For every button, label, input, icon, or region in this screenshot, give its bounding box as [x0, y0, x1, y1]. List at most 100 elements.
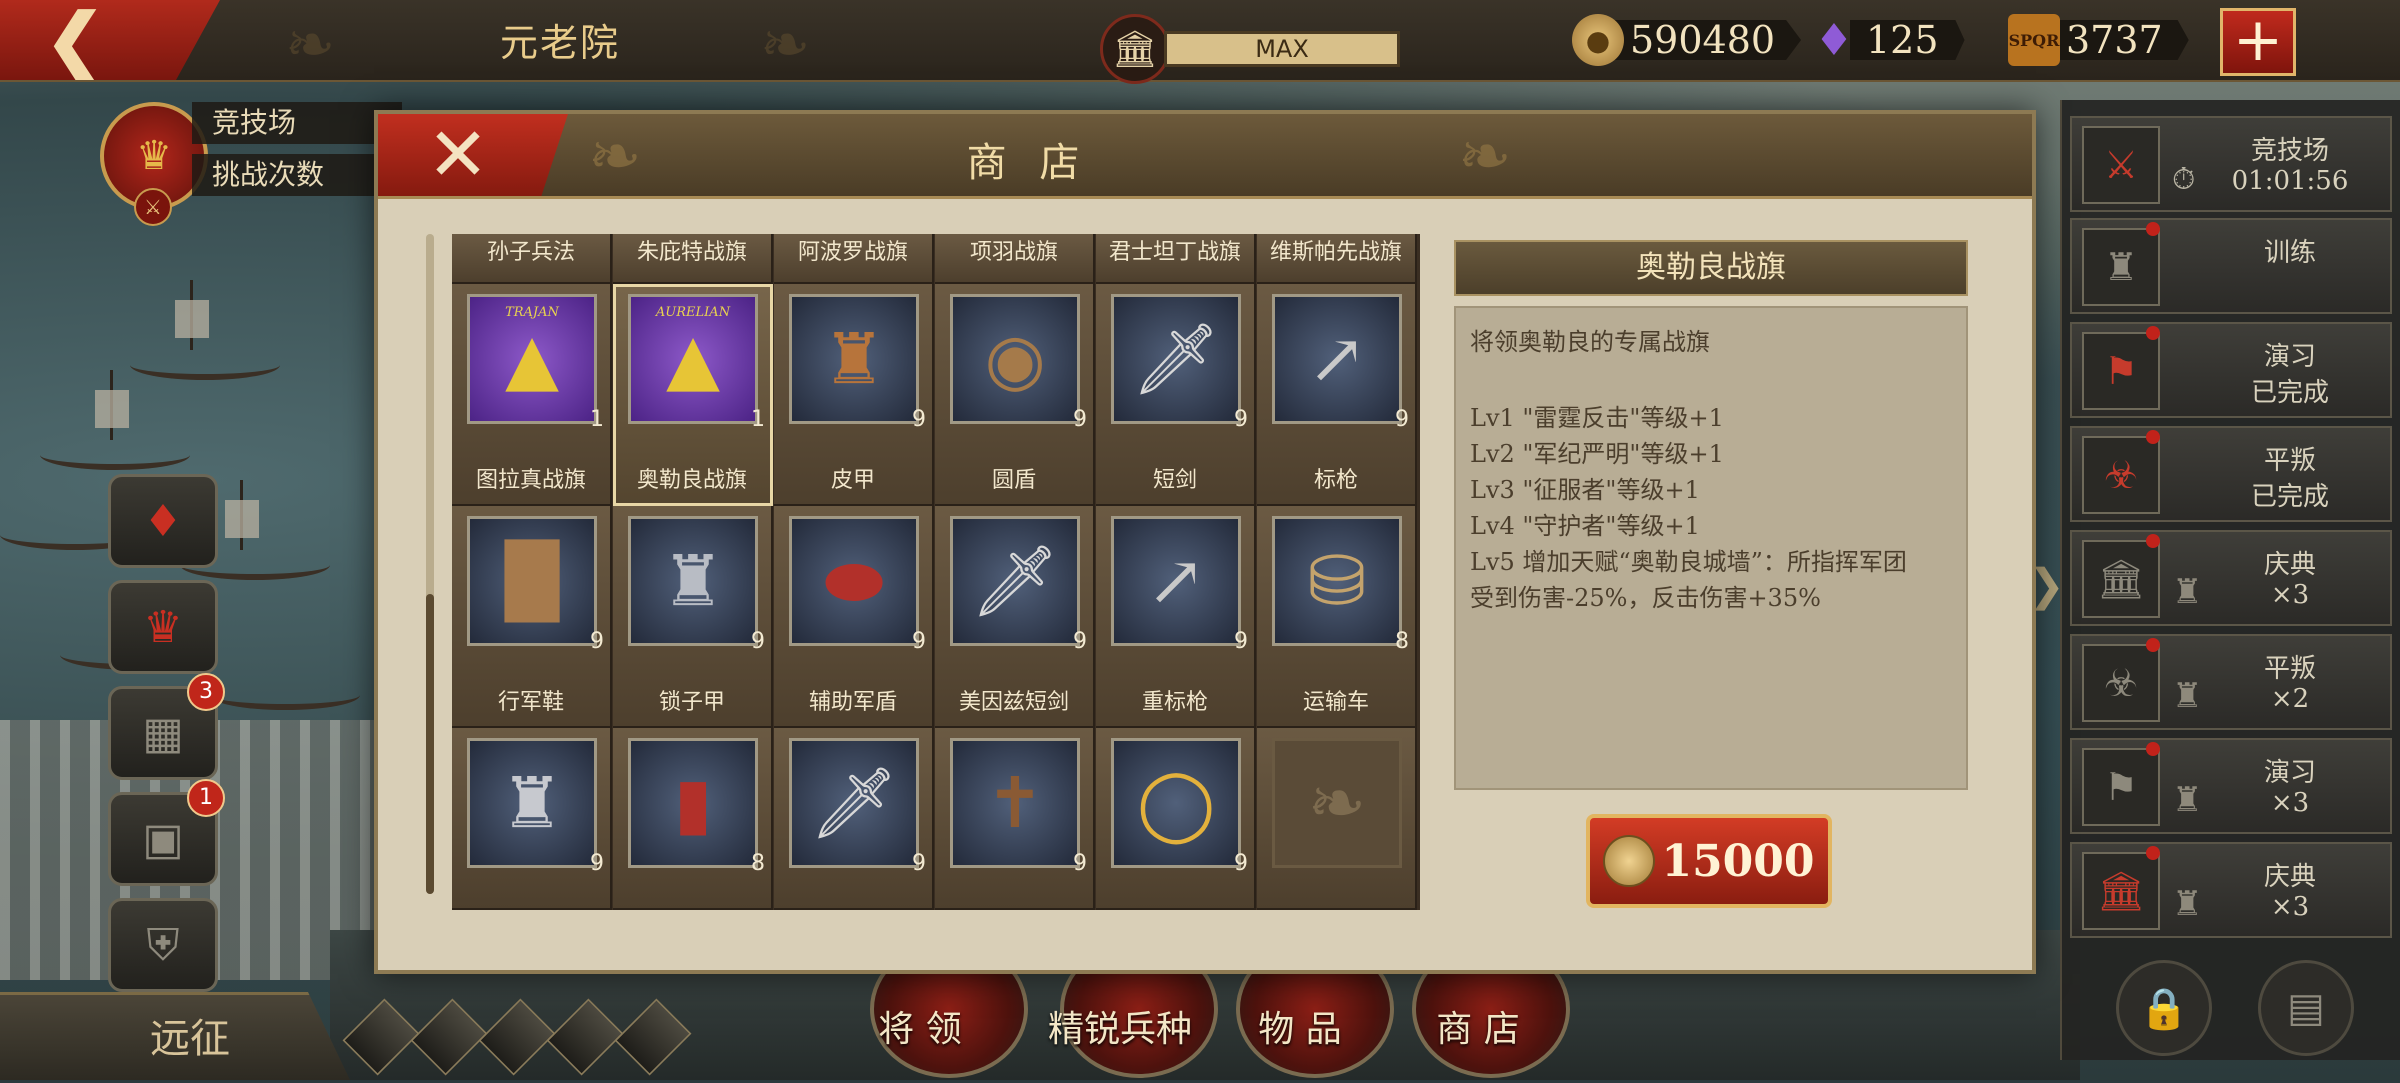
level-bonus: Lv3 "征服者"等级+1	[1470, 476, 1700, 504]
item-count: 9	[912, 629, 926, 654]
tab-items-label: 物 品	[1258, 1009, 1342, 1050]
item-name: 运输车	[1302, 690, 1369, 715]
item-name: 锁子甲	[658, 690, 725, 715]
notification-dot	[2146, 326, 2160, 340]
banner-icon: ⚑	[2082, 332, 2160, 410]
javelin-icon: ↗	[1272, 294, 1402, 424]
item-name: 皮甲	[830, 468, 875, 493]
mask-icon: ☣	[2082, 644, 2160, 722]
shop-item-partial[interactable]: 孙子兵法	[452, 234, 612, 284]
task-celebration[interactable]: 🏛 ♜ 庆典 ×3	[2070, 530, 2392, 626]
shop-item[interactable]: ↗ 9 重标枪	[1096, 506, 1256, 728]
shop-item[interactable]: ▮ 8	[613, 728, 773, 910]
mask-icon: ☣	[2082, 436, 2160, 514]
item-detail-panel: 将领奥勒良的专属战旗 Lv1 "雷霆反击"等级+1 Lv2 "军纪严明"等级+1…	[1454, 306, 1968, 790]
shop-item-partial[interactable]: 项羽战旗	[935, 234, 1095, 284]
crossbow-icon: ✝	[950, 738, 1080, 868]
banner-icon: TRAJAN ▲	[467, 294, 597, 424]
crown-icon: ♛	[143, 601, 183, 653]
tab-generals-label: 将 领	[878, 1009, 962, 1050]
item-count: 9	[590, 851, 604, 876]
laurel-left-icon: ❧	[588, 120, 642, 194]
shop-item[interactable]: █ 9 行军鞋	[452, 506, 612, 728]
shop-item[interactable]: ◯ 9	[1096, 728, 1256, 910]
shop-item[interactable]: 🗡 9	[774, 728, 934, 910]
level-bonus: Lv1 "雷霆反击"等级+1	[1470, 404, 1724, 432]
close-button[interactable]: ✕	[378, 114, 568, 196]
shop-item-selected[interactable]: AURELIAN ▲ 1 奥勒良战旗	[613, 284, 773, 506]
item-name: 阿波罗战旗	[797, 240, 908, 265]
coin-icon	[1603, 835, 1656, 887]
add-resource-button[interactable]: +	[2220, 8, 2296, 76]
chest-button[interactable]: ▣ 1	[108, 779, 225, 886]
task-title: 平叛	[2263, 654, 2316, 684]
scrollbar-thumb[interactable]	[426, 594, 434, 894]
shop-item[interactable]: ⛁ 8 运输车	[1257, 506, 1417, 728]
item-count: 9	[1073, 851, 1087, 876]
notification-dot	[2146, 534, 2160, 548]
buy-button[interactable]: 15000	[1586, 814, 1832, 908]
task-rebellion[interactable]: ☣ 平叛 已完成	[2070, 426, 2392, 522]
task-celebration[interactable]: 🏛 ♜ 庆典 ×3	[2070, 842, 2392, 938]
lock-button[interactable]: 🔒	[2116, 960, 2212, 1056]
scutum-icon: ▮	[628, 738, 758, 868]
shop-item[interactable]: ◉ 9 圆盾	[935, 284, 1095, 506]
round-shield-icon: ◉	[950, 294, 1080, 424]
banner-icon: AURELIAN ▲	[628, 294, 758, 424]
shop-item-partial[interactable]: 朱庇特战旗	[613, 234, 773, 284]
item-count: 8	[751, 851, 765, 876]
task-training[interactable]: ♜ 训练	[2070, 218, 2392, 314]
task-rebellion[interactable]: ☣ ♜ 平叛 ×2	[2070, 634, 2392, 730]
modal-header: ✕ ❧ 商 店 ❧	[378, 114, 2032, 199]
item-name: 朱庇特战旗	[636, 240, 747, 265]
gem-icon: ♦	[1814, 14, 1854, 66]
shop-item[interactable]: ↗ 9 标枪	[1257, 284, 1417, 506]
film-button[interactable]: ▦ 3	[108, 673, 225, 780]
task-title: 庆典	[2263, 550, 2316, 580]
arena-panel[interactable]: ♛ 竞技场 挑战次数 ⚔	[100, 92, 402, 226]
sword-icon: 🗡	[789, 738, 919, 868]
shop-title: 商 店	[966, 140, 1090, 186]
helmet-icon	[478, 998, 556, 1076]
coins-resource: ● 590480	[1572, 14, 1802, 66]
shop-item[interactable]: ♜ 9 锁子甲	[613, 506, 773, 728]
task-drill[interactable]: ⚑ ♜ 演习 ×3	[2070, 738, 2392, 834]
laurel-left-icon: ❧	[285, 10, 336, 80]
shop-item[interactable]: TRAJAN ▲ 1 图拉真战旗	[452, 284, 612, 506]
temple-icon: 🏛	[2082, 540, 2160, 618]
task-arena[interactable]: ⚔ ⏱ 竞技场 01:01:56	[2070, 116, 2392, 212]
shop-item-partial[interactable]: 君士坦丁战旗	[1096, 234, 1256, 284]
task-count: ×3	[2270, 892, 2310, 922]
expedition-button[interactable]: 远征	[0, 992, 350, 1080]
level-bonus: 受到伤害-25%，反击伤害+35%	[1470, 584, 1821, 612]
item-name: 行军鞋	[497, 690, 564, 715]
crown-button[interactable]: ♛	[108, 580, 218, 674]
item-count: 9	[1234, 851, 1248, 876]
item-count: 9	[590, 629, 604, 654]
reward-bag-button[interactable]: ♦	[108, 474, 218, 568]
shop-item[interactable]: 🗡 9 美因兹短剑	[935, 506, 1095, 728]
notification-dot	[2146, 846, 2160, 860]
shop-item-grid: 孙子兵法 朱庇特战旗 阿波罗战旗 项羽战旗 君士坦丁战旗 维斯帕先战旗 TRAJ…	[452, 234, 1420, 910]
ring-icon: ◯	[1111, 738, 1241, 868]
task-drill[interactable]: ⚑ 演习 已完成	[2070, 322, 2392, 418]
shop-item[interactable]: ✝ 9	[935, 728, 1095, 910]
shop-item-partial[interactable]: 阿波罗战旗	[774, 234, 934, 284]
back-button[interactable]: ❮	[0, 0, 220, 80]
shop-item[interactable]: ♜ 9 皮甲	[774, 284, 934, 506]
building-level[interactable]: 🏛 MAX	[1100, 14, 1400, 84]
item-count: 9	[751, 629, 765, 654]
shop-item[interactable]: ♜ 9	[452, 728, 612, 910]
shop-item[interactable]: ⬬ 9 辅助军盾	[774, 506, 934, 728]
banner-label: TRAJAN	[505, 305, 559, 320]
film-icon: ▦	[142, 707, 184, 759]
item-name: 孙子兵法	[486, 240, 575, 265]
scroll-book-button[interactable]: ▤	[2258, 960, 2354, 1056]
shop-item[interactable]: 🗡 9 短剑	[1096, 284, 1256, 506]
pilum-icon: ↗	[1111, 516, 1241, 646]
item-count: 9	[912, 851, 926, 876]
shop-item-partial[interactable]: 维斯帕先战旗	[1257, 234, 1417, 284]
trophy-button[interactable]: ⛨	[108, 898, 218, 992]
ship-sail	[175, 300, 209, 338]
task-title: 演习	[2263, 758, 2316, 788]
